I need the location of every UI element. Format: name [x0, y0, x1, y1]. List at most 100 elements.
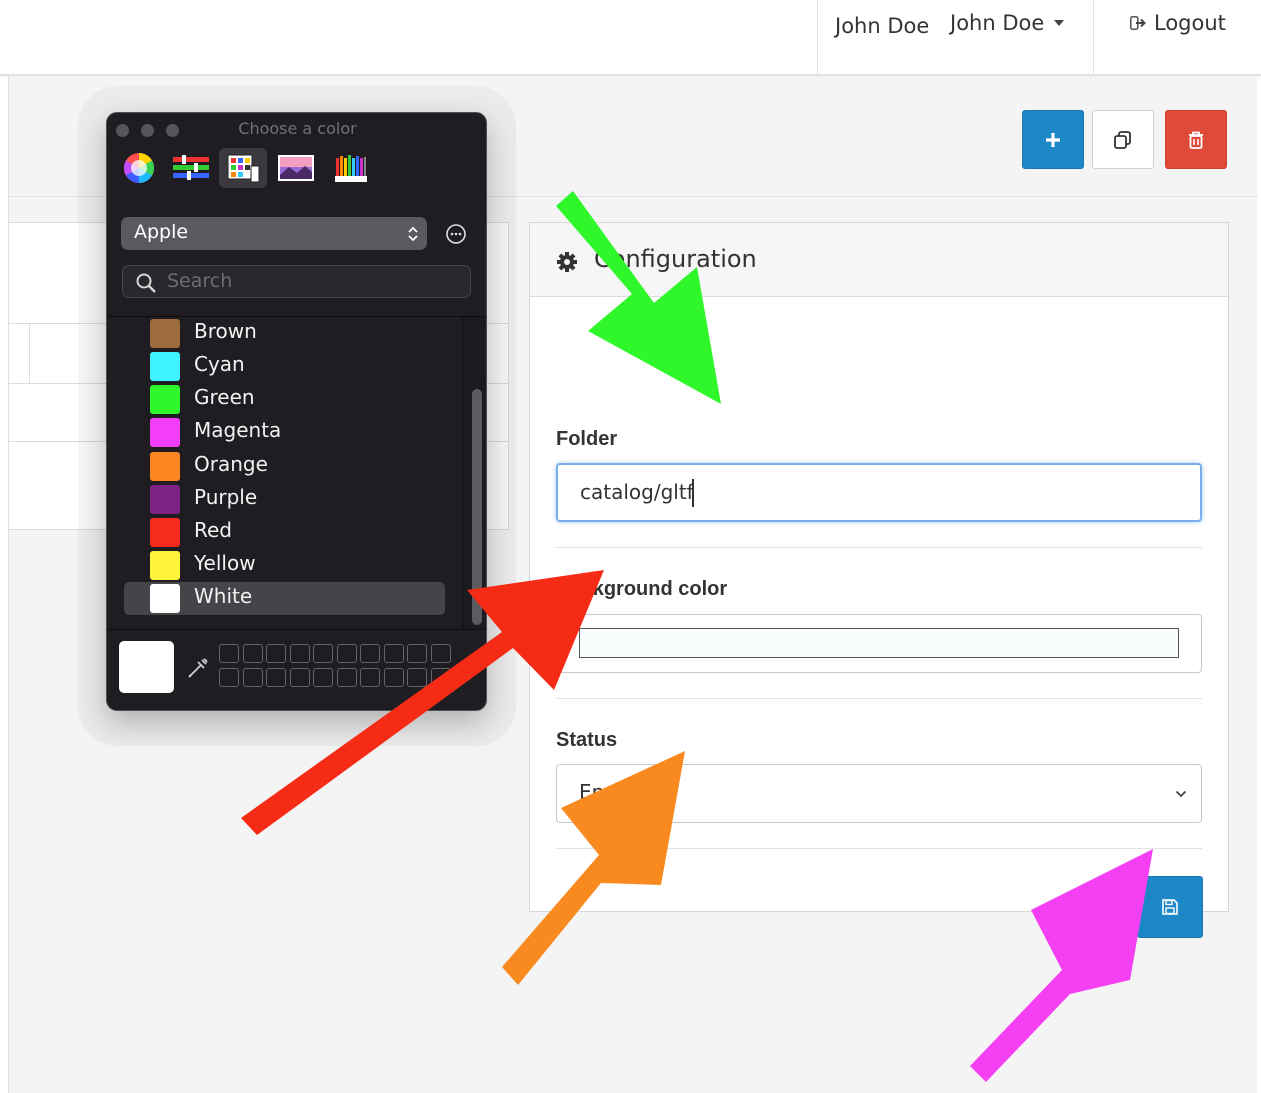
- top-header: John Doe John Doe Logout: [0, 0, 1261, 76]
- palette-select[interactable]: Apple: [121, 217, 427, 250]
- image-palettes-tab[interactable]: [272, 148, 320, 188]
- more-options-icon[interactable]: [445, 223, 467, 245]
- color-item-yellow[interactable]: Yellow: [124, 549, 445, 582]
- delete-button[interactable]: [1165, 110, 1227, 169]
- color-sliders-tab[interactable]: [167, 148, 215, 188]
- picker-title: Choose a color: [238, 119, 357, 138]
- custom-swatch-well[interactable]: [313, 644, 333, 663]
- custom-swatch-well[interactable]: [336, 644, 357, 663]
- custom-swatch-well[interactable]: [430, 644, 451, 663]
- save-button[interactable]: [1137, 876, 1203, 938]
- custom-swatch-well[interactable]: [360, 668, 380, 687]
- color-name: Magenta: [194, 418, 282, 442]
- color-wheel-tab[interactable]: [115, 148, 163, 188]
- custom-swatch-well[interactable]: [360, 644, 380, 663]
- color-name: Red: [194, 518, 232, 542]
- color-search-input[interactable]: Search: [122, 265, 471, 298]
- logout-label: Logout: [1154, 11, 1226, 35]
- color-name: Green: [194, 385, 255, 409]
- color-item-magenta[interactable]: Magenta: [124, 416, 445, 449]
- custom-swatches: [219, 644, 457, 692]
- panel-title: Configuration: [594, 245, 757, 273]
- custom-swatch-well[interactable]: [313, 668, 333, 687]
- color-swatch: [150, 385, 180, 414]
- form-divider: [556, 698, 1202, 699]
- updown-chevron-icon: [408, 226, 418, 242]
- custom-swatch-well[interactable]: [266, 668, 286, 687]
- image-palette-icon: [278, 155, 314, 181]
- save-icon: [1162, 899, 1178, 915]
- form-divider: [556, 848, 1202, 849]
- color-name: Cyan: [194, 352, 245, 376]
- folder-value: catalog/gltf: [580, 480, 694, 504]
- custom-swatch-well[interactable]: [383, 668, 404, 687]
- status-label: Status: [556, 729, 618, 751]
- color-name: Yellow: [194, 551, 256, 575]
- custom-swatch-well[interactable]: [407, 668, 427, 687]
- search-placeholder: Search: [167, 270, 233, 292]
- custom-swatch-well[interactable]: [219, 644, 239, 663]
- logout-link[interactable]: Logout: [1130, 11, 1226, 35]
- color-name: Purple: [194, 485, 258, 509]
- color-swatch: [150, 319, 180, 348]
- background-color-label: Background color: [556, 578, 728, 600]
- color-palettes-tab[interactable]: [219, 148, 267, 188]
- folder-input[interactable]: catalog/gltf: [556, 463, 1202, 522]
- caret-down-icon: [1054, 20, 1065, 26]
- copy-button[interactable]: [1092, 110, 1154, 169]
- current-color-well[interactable]: [119, 641, 174, 693]
- custom-swatch-well[interactable]: [407, 644, 427, 663]
- color-item-red[interactable]: Red: [124, 516, 445, 549]
- color-item-green[interactable]: Green: [124, 383, 445, 416]
- custom-swatch-well[interactable]: [383, 644, 404, 663]
- chevron-down-icon: [1175, 790, 1187, 798]
- crayons-tab[interactable]: [327, 148, 375, 188]
- user-menu-label: John Doe: [950, 11, 1045, 35]
- color-item-purple[interactable]: Purple: [124, 483, 445, 516]
- add-button[interactable]: [1022, 110, 1084, 169]
- sign-out-icon: [1130, 16, 1146, 30]
- color-list: Brown Cyan Green Magenta Orange Purple R…: [107, 317, 486, 629]
- color-swatch: [150, 352, 180, 381]
- trash-icon: [1189, 131, 1203, 149]
- color-swatch: [150, 452, 180, 481]
- palette-name: Apple: [134, 221, 189, 243]
- user-menu-dropdown[interactable]: John Doe: [950, 11, 1065, 35]
- custom-swatch-well[interactable]: [219, 668, 239, 687]
- color-item-brown[interactable]: Brown: [124, 317, 445, 350]
- form-divider: [556, 547, 1202, 548]
- custom-swatch-well[interactable]: [336, 668, 357, 687]
- footer-divider: [107, 629, 486, 630]
- color-picker-window: Choose a color Apple Search Brown Cyan G…: [106, 112, 487, 711]
- crayons-icon: [335, 155, 367, 182]
- scrollbar-thumb[interactable]: [472, 389, 482, 625]
- text-cursor: [692, 479, 694, 507]
- header-divider: [817, 0, 818, 74]
- color-name: White: [194, 584, 253, 608]
- color-wheel-icon: [123, 153, 155, 183]
- gear-icon: [557, 252, 577, 272]
- color-swatch: [150, 551, 180, 580]
- plus-icon: [1046, 132, 1060, 147]
- custom-swatch-well[interactable]: [289, 644, 310, 663]
- color-item-cyan[interactable]: Cyan: [124, 350, 445, 383]
- background-color-swatch[interactable]: [579, 628, 1179, 658]
- color-swatch: [150, 485, 180, 514]
- color-item-orange[interactable]: Orange: [124, 450, 445, 483]
- panel-heading: Configuration: [530, 223, 1228, 297]
- custom-swatch-well[interactable]: [242, 668, 263, 687]
- folder-label: Folder: [556, 428, 618, 450]
- status-select[interactable]: Enabled: [556, 764, 1202, 823]
- color-item-white[interactable]: White: [124, 582, 445, 615]
- copy-icon: [1114, 130, 1131, 149]
- color-name: Brown: [194, 319, 257, 343]
- custom-swatch-well[interactable]: [242, 644, 263, 663]
- custom-swatch-well[interactable]: [289, 668, 310, 687]
- sliders-icon: [173, 155, 209, 180]
- background-color-input[interactable]: [556, 614, 1202, 673]
- custom-swatch-well[interactable]: [430, 668, 451, 687]
- color-list-scrollbar[interactable]: [462, 317, 486, 629]
- custom-swatch-well[interactable]: [266, 644, 286, 663]
- configuration-panel: Configuration Folder catalog/gltf Backgr…: [529, 222, 1229, 938]
- eyedropper-icon[interactable]: [185, 653, 213, 681]
